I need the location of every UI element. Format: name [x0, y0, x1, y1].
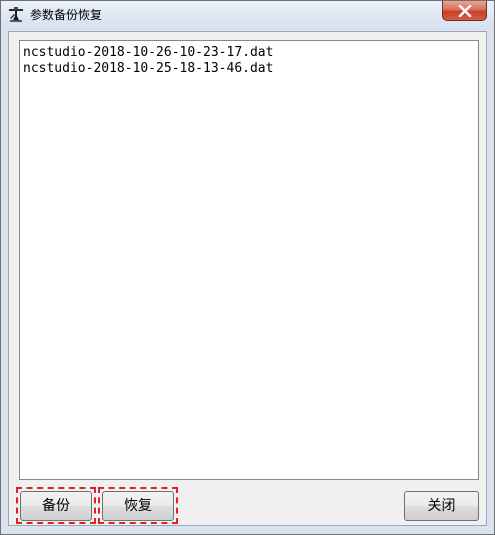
list-item[interactable]: ncstudio-2018-10-26-10-23-17.dat: [23, 45, 475, 61]
backup-button[interactable]: 备份: [20, 491, 92, 521]
restore-button[interactable]: 恢复: [102, 491, 174, 521]
list-item[interactable]: ncstudio-2018-10-25-18-13-46.dat: [23, 61, 475, 77]
title-bar[interactable]: 参数备份恢复: [1, 1, 494, 30]
close-button[interactable]: 关闭: [404, 491, 479, 521]
window-title: 参数备份恢复: [30, 8, 103, 22]
close-x-icon: [458, 5, 472, 17]
backup-restore-dialog: 参数备份恢复 ncstudio-2018-10-26-10-23-17.dat …: [0, 0, 495, 535]
window-close-button[interactable]: [442, 1, 487, 21]
machine-tool-icon: [8, 7, 24, 23]
dialog-body: ncstudio-2018-10-26-10-23-17.dat ncstudi…: [8, 31, 487, 526]
backup-file-list[interactable]: ncstudio-2018-10-26-10-23-17.dat ncstudi…: [19, 40, 479, 480]
